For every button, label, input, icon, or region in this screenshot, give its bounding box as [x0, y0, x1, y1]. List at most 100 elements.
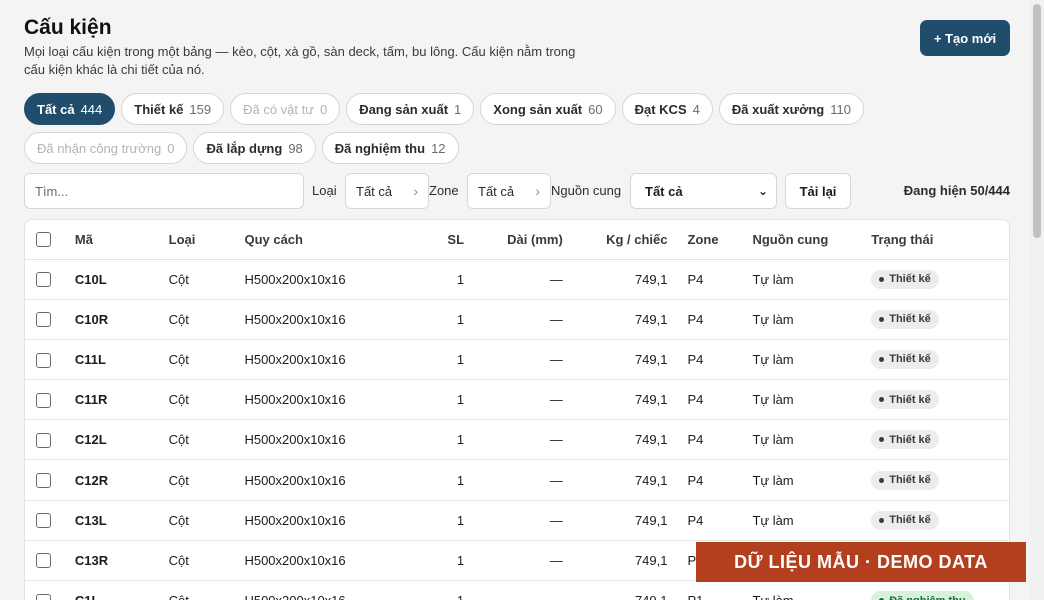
status-chip[interactable]: Đã lắp dựng 98	[193, 132, 316, 164]
row-checkbox[interactable]	[36, 593, 51, 600]
status-dot-icon	[879, 397, 885, 403]
row-kg: 749,1	[562, 379, 668, 421]
row-kg: 749,1	[562, 419, 668, 461]
type-filter[interactable]: Tất cả ›	[345, 173, 429, 209]
row-checkbox[interactable]	[36, 432, 51, 448]
row-source: Tự làm	[731, 379, 850, 421]
row-code: C13L	[74, 500, 169, 541]
row-code: C1L	[74, 580, 169, 600]
showing-count: Đang hiện 50/444	[903, 183, 1010, 198]
status-badge: Thiết kế	[871, 309, 939, 329]
row-length: —	[464, 580, 563, 600]
status-filter-chips: Tất cả 444 Thiết kế 159 Đã có vật tư 0 Đang sả…	[24, 93, 924, 171]
chip-row: Tất cả 444 Thiết kế 159 Đã có vật tư 0 Đang sả…	[24, 93, 924, 125]
column-header[interactable]: SL	[399, 220, 465, 260]
row-checkbox[interactable]	[36, 473, 51, 489]
zone-filter-value: Tất cả	[478, 183, 515, 199]
row-code: C13R	[74, 540, 169, 582]
scrollbar-thumb[interactable]	[1033, 4, 1041, 238]
chip-label: Thiết kế	[134, 101, 184, 117]
row-checkbox[interactable]	[36, 352, 51, 368]
status-chip[interactable]: Thiết kế 159	[121, 93, 225, 125]
status-label: Thiết kế	[889, 353, 931, 366]
status-badge: Thiết kế	[871, 349, 939, 369]
row-checkbox[interactable]	[36, 553, 51, 569]
row-kg: 749,1	[562, 580, 668, 600]
row-checkbox[interactable]	[36, 272, 51, 288]
row-qty: 1	[399, 580, 465, 600]
status-badge: Thiết kế	[871, 470, 939, 490]
status-chip[interactable]: Tất cả 444	[24, 93, 116, 125]
status-chip[interactable]: Xong sản xuất 60	[480, 93, 616, 125]
row-qty: 1	[399, 419, 465, 461]
table-row[interactable]: C12R Cột H500x200x10x16 1—749,1 P4 Tự làm Thiế…	[25, 459, 1009, 501]
column-header[interactable]: Zone	[667, 220, 732, 260]
row-code: C11L	[74, 339, 169, 381]
row-zone: P4	[667, 339, 732, 381]
status-label: Thiết kế	[889, 393, 931, 406]
row-spec: H500x200x10x16	[244, 299, 400, 340]
page-subtitle: Mọi loại cấu kiện trong một bảng — kèo, …	[24, 44, 576, 77]
table-row[interactable]: C1LCộtH500x200x10x161—749,1P1Tự làm Đã ng…	[25, 580, 1009, 600]
row-type: Cột	[168, 540, 245, 582]
row-kg: 749,1	[562, 500, 668, 541]
select-all-checkbox[interactable]	[36, 232, 51, 248]
table-row[interactable]: C10L Cột H500x200x10x16 1—749,1 P4 Tự làm Thiế…	[25, 259, 1009, 300]
chip-label: Đạt KCS	[634, 101, 687, 117]
row-checkbox[interactable]	[36, 513, 51, 529]
chip-label: Tất cả	[37, 101, 75, 117]
row-spec: H500x200x10x16	[244, 459, 400, 501]
table-row[interactable]: C12L Cột H500x200x10x16 1—749,1 P4 Tự làm Thiế…	[25, 419, 1009, 461]
status-badge: Thiết kế	[871, 269, 939, 289]
reload-button[interactable]: Tải lại	[785, 173, 851, 209]
column-header[interactable]: Kg / chiếc	[562, 220, 668, 260]
status-dot-icon	[879, 316, 885, 322]
chip-count: 110	[830, 101, 851, 117]
column-header[interactable]: Quy cách	[244, 220, 400, 260]
column-header[interactable]: Nguồn cung	[731, 220, 850, 260]
table-row[interactable]: C13L Cột H500x200x10x16 1—749,1 P4 Tự làm Thiế…	[25, 500, 1009, 541]
table-row[interactable]: C10R Cột H500x200x10x16 1—749,1 P4 Tự làm Thiế…	[25, 299, 1009, 340]
row-code: C12L	[74, 419, 169, 461]
chip-row: Đã nhận công trường 0 Đã lắp dựng 98 Đã nghi…	[24, 132, 924, 164]
status-chip[interactable]: Đã nghiệm thu 12	[321, 132, 459, 164]
row-source: Tự làm	[731, 259, 850, 300]
table-row[interactable]: C11L Cột H500x200x10x16 1—749,1 P4 Tự làm Thiế…	[25, 339, 1009, 381]
row-code: C11R	[74, 379, 169, 421]
row-source: Tự làm	[731, 419, 850, 461]
table-row[interactable]: C11R Cột H500x200x10x16 1—749,1 P4 Tự làm Thiế…	[25, 379, 1009, 421]
chevron-right-icon: ›	[535, 183, 540, 199]
chip-count: 98	[288, 140, 303, 156]
column-header[interactable]: Loại	[168, 220, 245, 260]
row-checkbox[interactable]	[36, 392, 51, 408]
page-title: Cấu kiện	[24, 16, 112, 39]
chip-count: 0	[167, 140, 175, 156]
filter-bar: Loại Tất cả › Zone Tất cả › Nguồn cung T…	[24, 173, 1010, 209]
status-chip[interactable]: Đang sản xuất 1	[346, 93, 475, 125]
row-zone: P4	[667, 299, 732, 340]
row-length: —	[464, 500, 563, 541]
zone-filter-label: Zone	[429, 183, 459, 198]
status-chip[interactable]: Đã nhận công trường 0	[24, 132, 188, 164]
status-dot-icon	[879, 477, 885, 483]
status-badge: Thiết kế	[871, 430, 939, 450]
chip-label: Đang sản xuất	[359, 101, 449, 117]
status-chip[interactable]: Đã xuất xưởng 110	[718, 93, 864, 125]
status-chip[interactable]: Đã có vật tư 0	[230, 93, 341, 125]
row-kg: 749,1	[562, 459, 668, 501]
column-header[interactable]: Dài (mm)	[464, 220, 563, 260]
search-input[interactable]	[24, 173, 304, 209]
zone-filter[interactable]: Tất cả ›	[467, 173, 551, 209]
row-checkbox[interactable]	[36, 312, 51, 328]
chip-label: Đã có vật tư	[243, 101, 314, 117]
status-chip[interactable]: Đạt KCS 4	[621, 93, 713, 125]
source-select[interactable]: Tất cả ⌄	[630, 173, 777, 209]
type-filter-label: Loại	[312, 183, 337, 198]
row-qty: 1	[399, 379, 465, 421]
row-type: Cột	[168, 419, 245, 461]
column-header[interactable]: Trạng thái	[849, 220, 1009, 260]
page-scrollbar[interactable]	[1030, 0, 1044, 600]
create-new-button[interactable]: + Tạo mới	[920, 20, 1010, 56]
column-header[interactable]: Mã	[74, 220, 169, 260]
row-length: —	[464, 419, 563, 461]
